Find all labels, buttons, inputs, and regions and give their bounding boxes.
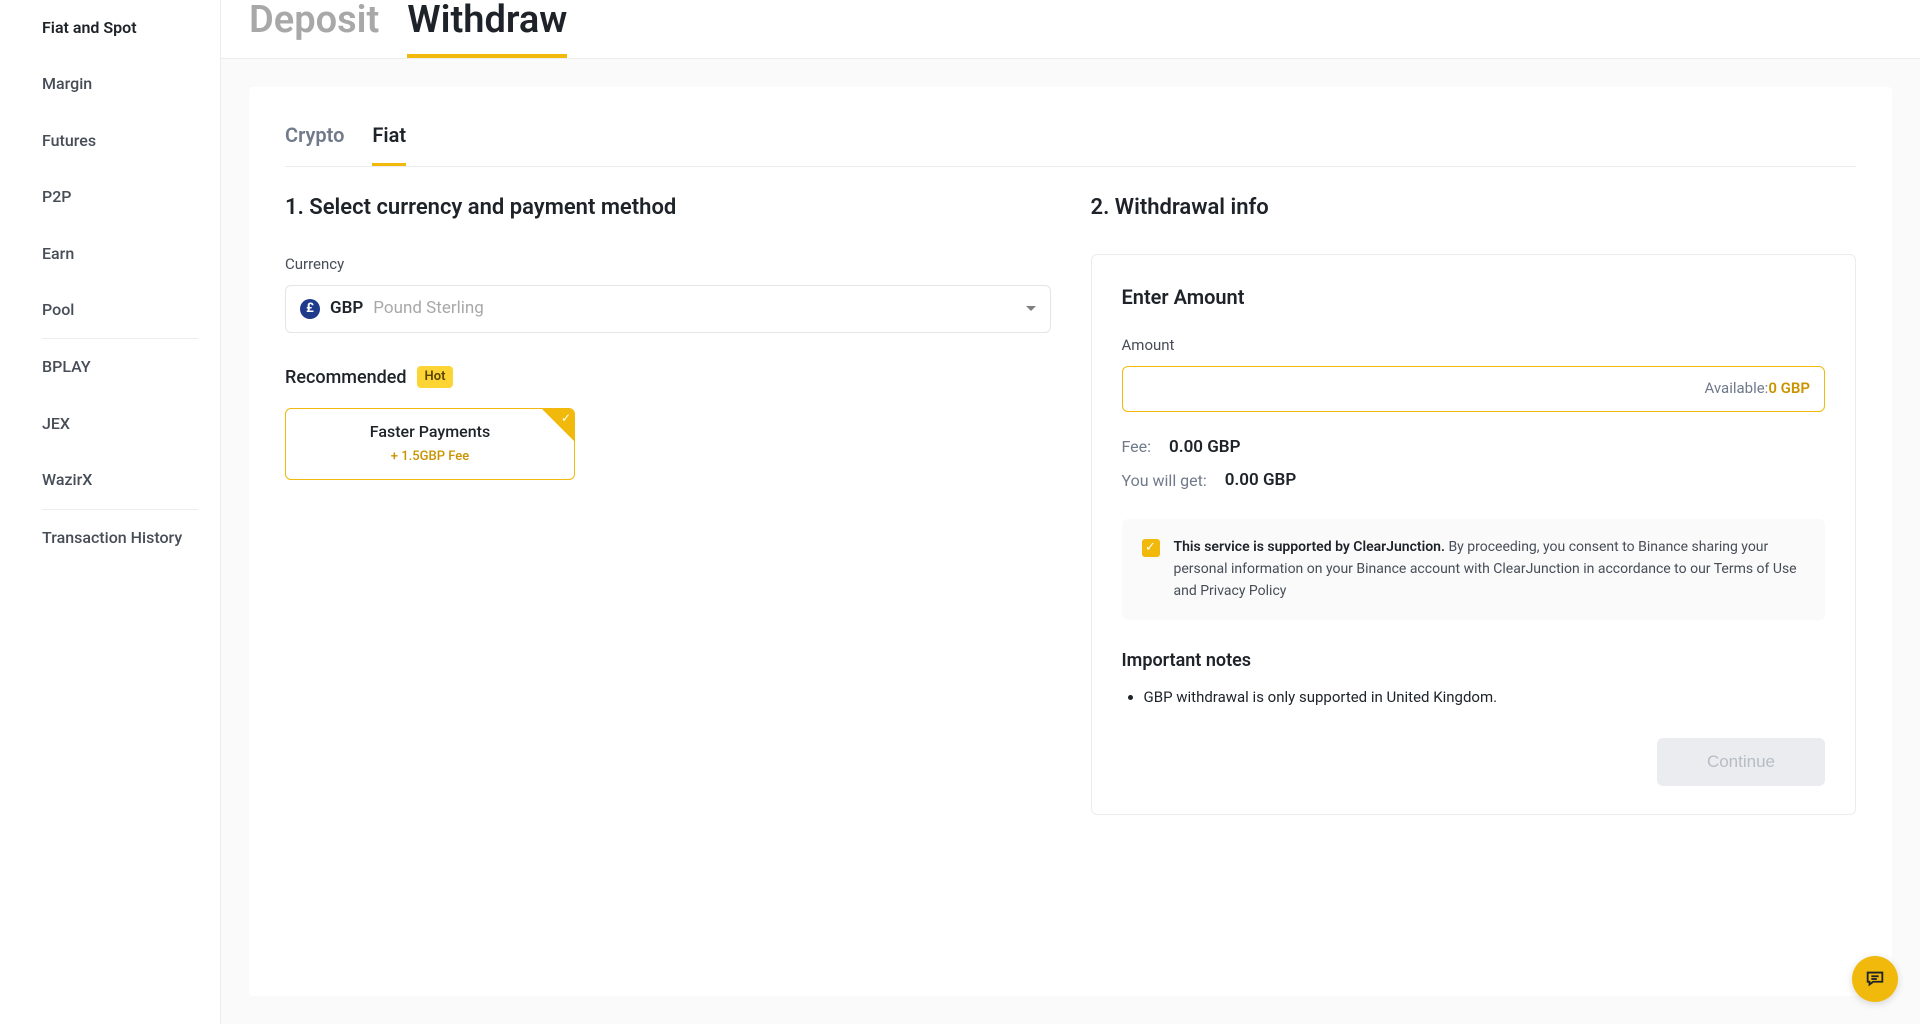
- amount-label: Amount: [1122, 335, 1826, 356]
- consent-checkbox[interactable]: ✓: [1142, 539, 1160, 557]
- subtab-crypto[interactable]: Crypto: [285, 115, 344, 166]
- sidebar-item-fiat-and-spot[interactable]: Fiat and Spot: [42, 0, 220, 56]
- sidebar-item-margin[interactable]: Margin: [42, 56, 220, 112]
- step2-title: 2. Withdrawal info: [1091, 193, 1857, 224]
- currency-name: Pound Sterling: [373, 297, 484, 321]
- sidebar-item-transaction-history[interactable]: Transaction History: [42, 510, 220, 566]
- step2-column: 2. Withdrawal info Enter Amount Amount A…: [1091, 193, 1857, 816]
- enter-amount-title: Enter Amount: [1122, 283, 1826, 311]
- sidebar: Fiat and Spot Margin Futures P2P Earn Po…: [0, 0, 221, 1024]
- sidebar-item-pool[interactable]: Pool: [42, 282, 220, 338]
- you-will-get-label: You will get:: [1122, 470, 1207, 492]
- content-card: Crypto Fiat 1. Select currency and payme…: [249, 87, 1892, 996]
- important-notes-title: Important notes: [1122, 648, 1826, 673]
- method-fee: + 1.5GBP Fee: [391, 448, 469, 466]
- step1-column: 1. Select currency and payment method Cu…: [285, 193, 1051, 816]
- consent-box: ✓ This service is supported by ClearJunc…: [1122, 519, 1826, 620]
- payment-method-card[interactable]: Faster Payments + 1.5GBP Fee ✓: [285, 408, 575, 480]
- currency-code: GBP: [330, 297, 363, 321]
- available-value: 0 GBP: [1768, 378, 1810, 399]
- withdrawal-info-card: Enter Amount Amount Available: 0 GBP Fee…: [1091, 254, 1857, 816]
- consent-bold: This service is supported by ClearJuncti…: [1174, 539, 1445, 555]
- sidebar-item-p2p[interactable]: P2P: [42, 169, 220, 225]
- pound-icon: £: [300, 299, 320, 319]
- step1-title: 1. Select currency and payment method: [285, 193, 1051, 224]
- fee-label: Fee:: [1122, 436, 1152, 458]
- sidebar-item-earn[interactable]: Earn: [42, 226, 220, 282]
- check-icon: ✓: [561, 412, 571, 424]
- sidebar-item-futures[interactable]: Futures: [42, 113, 220, 169]
- fee-value: 0.00 GBP: [1169, 436, 1240, 460]
- consent-text: This service is supported by ClearJuncti…: [1174, 537, 1806, 602]
- sub-tabs: Crypto Fiat: [285, 115, 1856, 167]
- hot-badge: Hot: [417, 366, 454, 388]
- amount-input-wrap[interactable]: Available: 0 GBP: [1122, 366, 1826, 412]
- sidebar-item-bplay[interactable]: BPLAY: [42, 339, 220, 395]
- chat-button[interactable]: [1852, 956, 1898, 1002]
- amount-input[interactable]: [1137, 380, 1705, 398]
- available-label: Available:: [1704, 378, 1768, 399]
- continue-button[interactable]: Continue: [1657, 738, 1825, 786]
- sidebar-item-jex[interactable]: JEX: [42, 396, 220, 452]
- tab-deposit[interactable]: Deposit: [249, 0, 379, 58]
- you-will-get-value: 0.00 GBP: [1225, 469, 1296, 493]
- chevron-down-icon: [1026, 306, 1036, 311]
- note-item: GBP withdrawal is only supported in Unit…: [1144, 687, 1826, 708]
- sidebar-item-wazirx[interactable]: WazirX: [42, 452, 220, 508]
- method-name: Faster Payments: [370, 421, 490, 443]
- top-tabs: Deposit Withdraw: [249, 0, 1892, 58]
- chat-icon: [1864, 968, 1886, 990]
- important-notes-list: GBP withdrawal is only supported in Unit…: [1122, 687, 1826, 708]
- tab-withdraw[interactable]: Withdraw: [407, 0, 567, 58]
- recommended-label: Recommended: [285, 365, 407, 390]
- currency-select[interactable]: £ GBP Pound Sterling: [285, 285, 1051, 333]
- currency-label: Currency: [285, 254, 1051, 275]
- subtab-fiat[interactable]: Fiat: [372, 115, 406, 166]
